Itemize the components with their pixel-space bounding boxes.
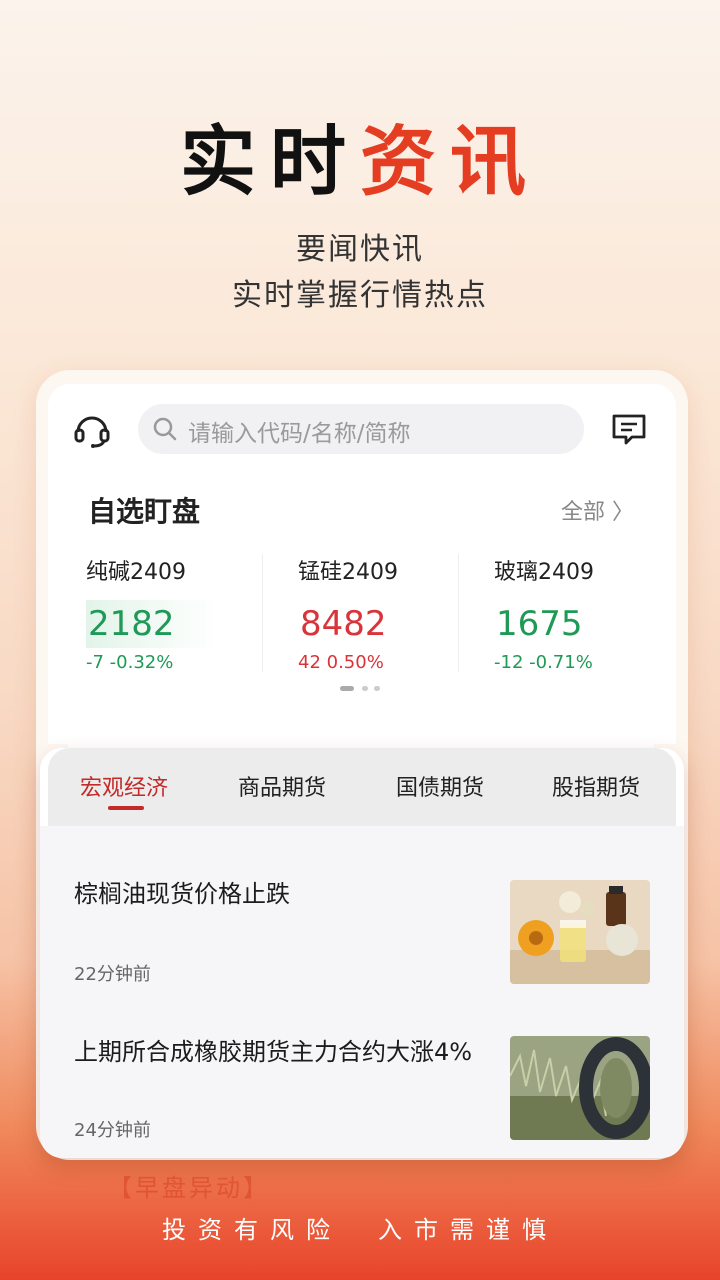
news-panel: 宏观经济 商品期货 国债期货 股指期货 棕榈油现货价格止跌 22分钟前 上期所合… bbox=[40, 748, 684, 1158]
tire-image bbox=[510, 1036, 650, 1140]
search-icon bbox=[153, 417, 177, 441]
contract-name: 纯碱2409 bbox=[86, 560, 186, 585]
watchlist-item[interactable]: 玻璃2409 1675 -12 -0.71% bbox=[494, 554, 674, 673]
tab-commodity[interactable]: 商品期货 bbox=[238, 770, 326, 802]
headset-icon[interactable] bbox=[72, 410, 112, 450]
hero-title-red: 资讯 bbox=[360, 117, 540, 206]
contract-price: 2182 bbox=[86, 600, 218, 648]
news-tabs: 宏观经济 商品期货 国债期货 股指期货 bbox=[40, 748, 684, 826]
search-placeholder: 请输入代码/名称/简称 bbox=[188, 421, 411, 447]
contract-name: 锰硅2409 bbox=[298, 560, 398, 585]
news-time: 22分钟前 bbox=[74, 964, 151, 985]
message-icon[interactable] bbox=[610, 410, 648, 448]
hero-subtitle-2: 实时掌握行情热点 bbox=[232, 278, 488, 313]
news-thumbnail bbox=[510, 880, 650, 984]
contract-name: 玻璃2409 bbox=[494, 560, 594, 585]
watchlist-title: 自选盯盘 bbox=[88, 495, 201, 528]
tab-active-underline bbox=[108, 806, 144, 810]
page-dot-active bbox=[340, 686, 354, 691]
background-headline: 【早盘异动】 bbox=[108, 1174, 270, 1202]
tab-treasury[interactable]: 国债期货 bbox=[396, 770, 484, 802]
news-item[interactable]: 上期所合成橡胶期货主力合约大涨4% 24分钟前 bbox=[40, 1012, 684, 1158]
news-thumbnail bbox=[510, 1036, 650, 1140]
watchlist-item[interactable]: 纯碱2409 2182 -7 -0.32% bbox=[86, 554, 266, 673]
risk-disclaimer: 投资有风险 入市需谨慎 bbox=[162, 1216, 558, 1244]
hero-subtitle-1: 要闻快讯 bbox=[296, 232, 424, 267]
page-indicator bbox=[340, 686, 400, 692]
contract-price: 1675 bbox=[496, 604, 583, 644]
top-bar: 请输入代码/名称/简称 bbox=[48, 384, 676, 474]
divider bbox=[458, 554, 459, 672]
page-dot bbox=[362, 686, 368, 691]
contract-change: 42 0.50% bbox=[298, 652, 384, 673]
news-title: 棕榈油现货价格止跌 bbox=[74, 880, 290, 908]
hero-title: 实时资讯 bbox=[0, 100, 720, 210]
tab-index[interactable]: 股指期货 bbox=[552, 770, 640, 802]
watchlist-all-link[interactable]: 全部 〉 bbox=[561, 494, 634, 526]
search-input[interactable]: 请输入代码/名称/简称 bbox=[138, 404, 584, 454]
watchlist-card: 自选盯盘 全部 〉 纯碱2409 2182 -7 -0.32% 锰硅2409 8… bbox=[68, 478, 654, 704]
news-item[interactable]: 棕榈油现货价格止跌 22分钟前 bbox=[40, 856, 684, 996]
hero-title-dark: 实时 bbox=[180, 117, 360, 206]
tab-macro[interactable]: 宏观经济 bbox=[80, 770, 168, 802]
watchlist-item[interactable]: 锰硅2409 8482 42 0.50% bbox=[298, 554, 478, 673]
news-time: 24分钟前 bbox=[74, 1120, 151, 1141]
contract-price: 8482 bbox=[300, 604, 387, 644]
contract-change: -12 -0.71% bbox=[494, 652, 593, 673]
divider bbox=[262, 554, 263, 672]
page-dot bbox=[374, 686, 380, 691]
contract-change: -7 -0.32% bbox=[86, 652, 174, 673]
news-title: 上期所合成橡胶期货主力合约大涨4% bbox=[74, 1038, 473, 1066]
palm-oil-image bbox=[510, 880, 650, 984]
